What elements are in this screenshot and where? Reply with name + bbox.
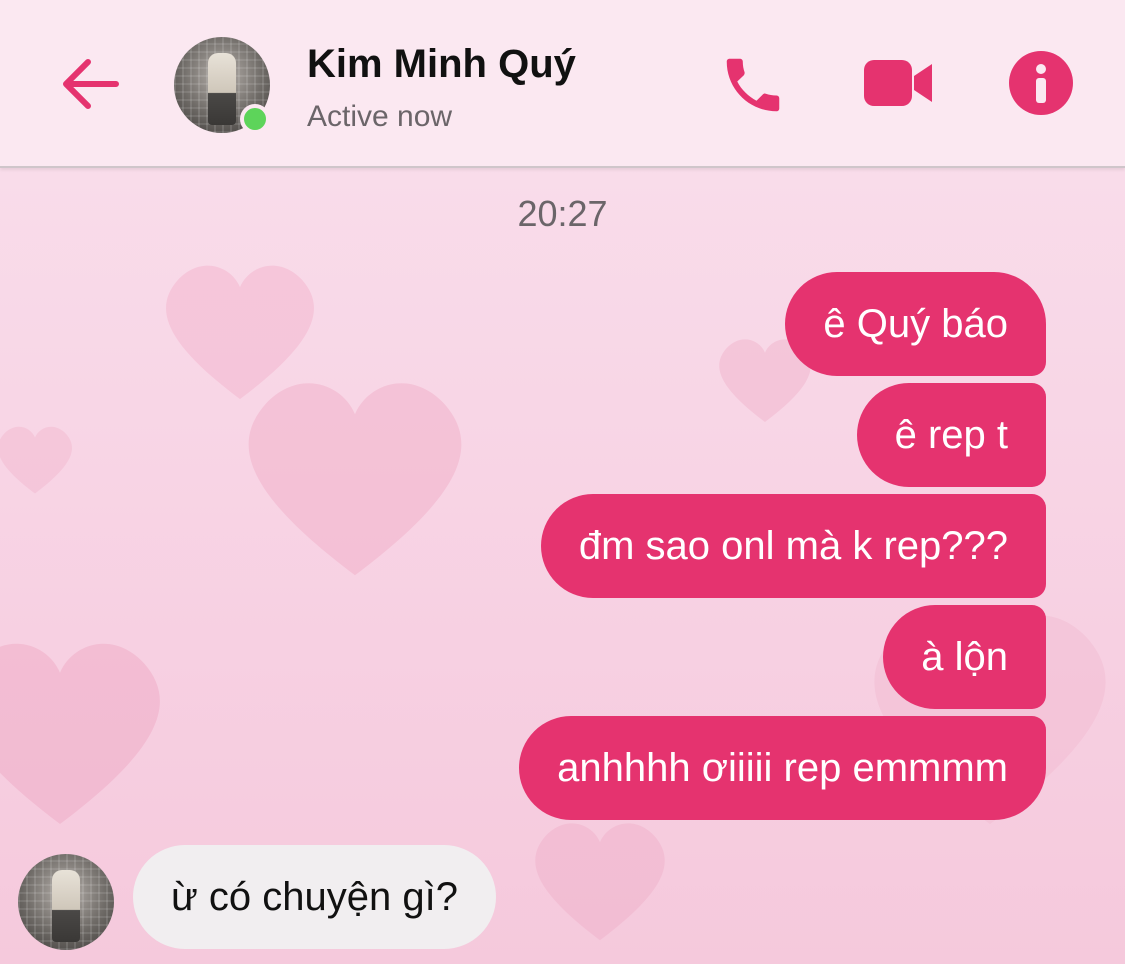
video-call-icon[interactable]: [860, 52, 938, 114]
heart-decoration: [535, 823, 665, 941]
avatar-image: [18, 854, 114, 950]
heart-decoration: [0, 426, 72, 494]
online-status-dot: [240, 104, 270, 134]
info-icon[interactable]: [1008, 50, 1074, 116]
heart-decoration: [248, 383, 462, 576]
heart-decoration: [0, 643, 160, 824]
sent-message[interactable]: đm sao onl mà k rep???: [540, 494, 1046, 598]
active-status: Active now: [307, 100, 453, 133]
back-arrow-icon[interactable]: [58, 52, 122, 116]
sent-message[interactable]: ê Quý báo: [785, 272, 1046, 376]
message-timestamp: 20:27: [517, 193, 608, 234]
sent-message[interactable]: à lộn: [883, 605, 1046, 709]
phone-icon[interactable]: [718, 50, 788, 120]
received-message[interactable]: ừ có chuyện gì?: [133, 845, 496, 949]
contact-name[interactable]: Kim Minh Quý: [307, 42, 576, 87]
contact-avatar-small[interactable]: [18, 854, 114, 950]
sent-message[interactable]: ê rep t: [856, 383, 1046, 487]
sent-message[interactable]: anhhhh ơiiiii rep emmmm: [519, 716, 1046, 820]
chat-header: Kim Minh Quý Active now: [0, 0, 1125, 168]
